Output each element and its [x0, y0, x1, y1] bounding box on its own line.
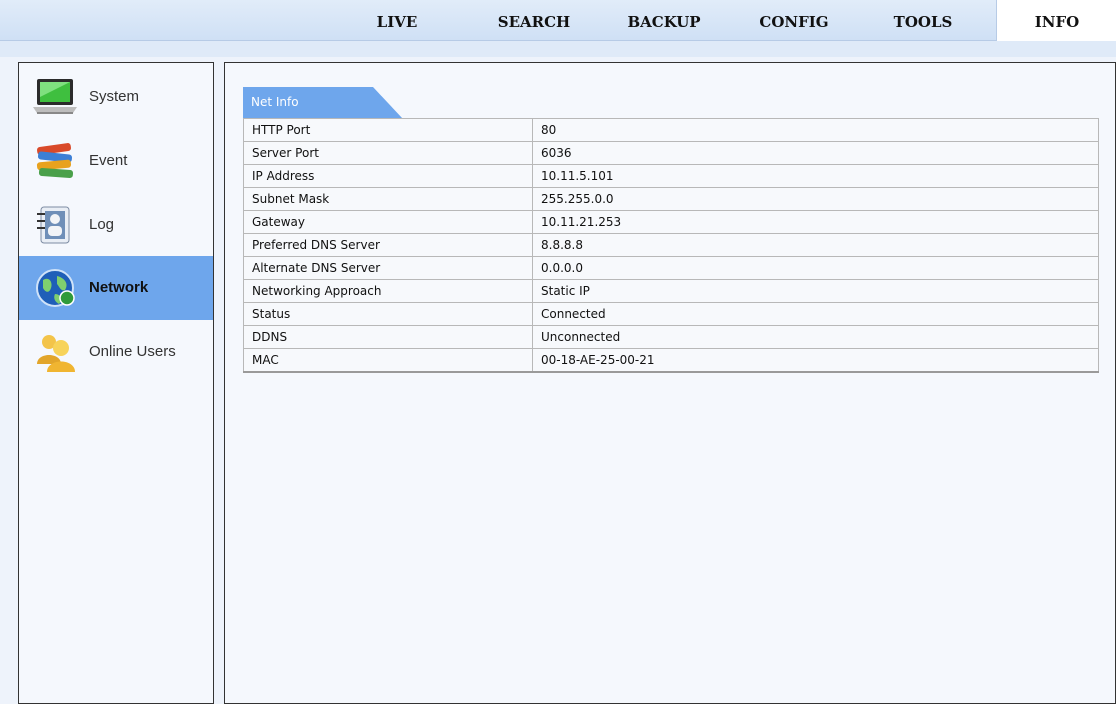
table-row: Status Connected [243, 302, 1099, 326]
sidebar-item-label: Online Users [89, 343, 176, 360]
row-key: MAC [243, 348, 533, 373]
table-row: MAC 00-18-AE-25-00-21 [243, 348, 1099, 373]
row-value: 0.0.0.0 [532, 256, 1099, 280]
nav-info[interactable]: INFO [996, 0, 1116, 41]
nav-config[interactable]: CONFIG [744, 0, 844, 40]
row-value: 255.255.0.0 [532, 187, 1099, 211]
table-row: DDNS Unconnected [243, 325, 1099, 349]
row-value: 10.11.5.101 [532, 164, 1099, 188]
table-row: IP Address 10.11.5.101 [243, 164, 1099, 188]
row-value: 6036 [532, 141, 1099, 165]
table-row: Subnet Mask 255.255.0.0 [243, 187, 1099, 211]
nav-backup[interactable]: BACKUP [614, 0, 714, 40]
sidebar-item-event[interactable]: Event [19, 129, 213, 193]
nav-search[interactable]: SEARCH [484, 0, 584, 40]
row-value: 10.11.21.253 [532, 210, 1099, 234]
nav-tools[interactable]: TOOLS [878, 0, 968, 40]
sidebar-item-label: Network [89, 279, 149, 296]
sidebar-item-label: Log [89, 216, 115, 233]
sidebar-item-label: Event [89, 152, 128, 169]
top-nav-bar: LIVE SEARCH BACKUP CONFIG TOOLS INFO [0, 0, 1116, 41]
row-key: Networking Approach [243, 279, 533, 303]
row-value: Connected [532, 302, 1099, 326]
sidebar-item-label: System [89, 88, 140, 105]
table-row: Gateway 10.11.21.253 [243, 210, 1099, 234]
table-row: Preferred DNS Server 8.8.8.8 [243, 233, 1099, 257]
table-row: Server Port 6036 [243, 141, 1099, 165]
header-strip [0, 41, 1116, 57]
row-value: Static IP [532, 279, 1099, 303]
users-icon [37, 335, 75, 372]
row-key: Gateway [243, 210, 533, 234]
row-key: IP Address [243, 164, 533, 188]
row-key: Status [243, 302, 533, 326]
table-row: Networking Approach Static IP [243, 279, 1099, 303]
row-key: Subnet Mask [243, 187, 533, 211]
address-book-icon [37, 206, 70, 244]
row-value: 00-18-AE-25-00-21 [532, 348, 1099, 373]
row-value: 8.8.8.8 [532, 233, 1099, 257]
row-value: Unconnected [532, 325, 1099, 349]
row-value: 80 [532, 118, 1099, 142]
row-key: Alternate DNS Server [243, 256, 533, 280]
net-info-table: HTTP Port 80 Server Port 6036 IP Address 10… [243, 118, 1099, 373]
sidebar-item-system[interactable]: System [19, 65, 213, 129]
laptop-icon [33, 79, 77, 114]
sidebar-item-log[interactable]: Log [19, 193, 213, 257]
table-row: HTTP Port 80 [243, 118, 1099, 142]
tab-label: Net Info [251, 95, 299, 109]
row-key: DDNS [243, 325, 533, 349]
row-key: Server Port [243, 141, 533, 165]
nav-live[interactable]: LIVE [352, 0, 442, 40]
row-key: Preferred DNS Server [243, 233, 533, 257]
sidebar-item-online-users[interactable]: Online Users [19, 320, 213, 384]
row-key: HTTP Port [243, 118, 533, 142]
net-info-panel: Net Info HTTP Port 80 Server Port 6036 IP … [224, 62, 1116, 704]
globe-icon [36, 269, 75, 307]
sidebar-item-network[interactable]: Network [19, 256, 213, 320]
table-row: Alternate DNS Server 0.0.0.0 [243, 256, 1099, 280]
sidebar: System Event Log Network Online Users [18, 62, 214, 704]
books-icon [36, 143, 74, 178]
tab-net-info[interactable]: Net Info [243, 87, 403, 119]
